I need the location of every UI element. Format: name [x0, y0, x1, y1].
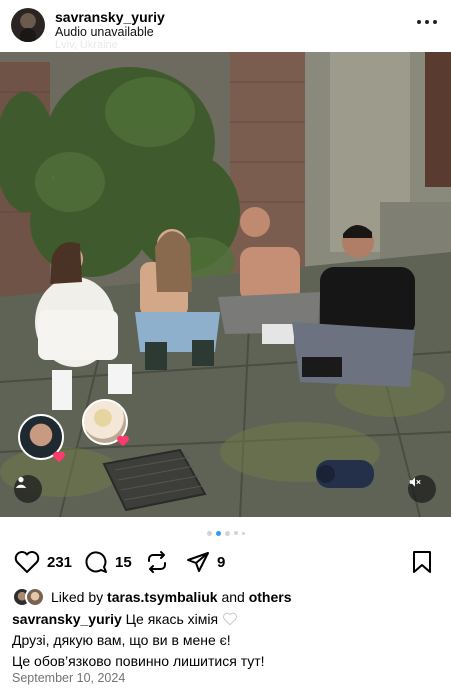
- action-bar: 231 15 9: [0, 547, 451, 577]
- repost-button[interactable]: [145, 547, 169, 577]
- liked-by-prefix: Liked by: [51, 589, 104, 605]
- liked-by-conj: and: [221, 589, 245, 605]
- liked-by-user[interactable]: taras.tsymbaliuk: [107, 589, 218, 605]
- heart-badge-icon: [117, 435, 129, 447]
- audio-status[interactable]: Audio unavailable: [55, 25, 154, 39]
- comment-button[interactable]: 15: [84, 547, 132, 577]
- carousel-dot-active[interactable]: [215, 530, 221, 536]
- caption-text-3: Це обов’язково повинно лишитися тут!: [12, 653, 265, 669]
- post-username[interactable]: savransky_yuriy: [55, 9, 165, 25]
- post-location[interactable]: Lviv, Ukraine: [55, 39, 118, 51]
- liked-by-others[interactable]: others: [249, 589, 292, 605]
- bookmark-icon[interactable]: [411, 550, 433, 574]
- carousel-dot[interactable]: [233, 531, 238, 535]
- caption-username[interactable]: savransky_yuriy: [12, 611, 122, 627]
- photo-illustration: [0, 52, 451, 517]
- carousel-dot[interactable]: [241, 531, 245, 535]
- liker-avatar[interactable]: [25, 587, 45, 607]
- carousel-dot[interactable]: [224, 530, 230, 536]
- share-button[interactable]: 9: [186, 547, 225, 577]
- repost-icon[interactable]: [145, 550, 169, 574]
- like-button[interactable]: 231: [14, 547, 72, 577]
- carousel-indicator: [0, 529, 451, 537]
- comment-count[interactable]: 15: [115, 554, 132, 571]
- share-count[interactable]: 9: [217, 554, 225, 571]
- speaker-muted-icon[interactable]: [408, 475, 436, 503]
- post-header: savransky_yuriy Audio unavailable Lviv, …: [0, 0, 451, 52]
- heart-badge-icon: [53, 451, 65, 463]
- post-date: September 10, 2024: [12, 671, 126, 685]
- user-tag-icon[interactable]: [14, 475, 42, 503]
- white-heart-icon: [223, 612, 237, 626]
- liked-by-row: Liked by taras.tsymbaliuk and others: [12, 586, 291, 608]
- post-photo[interactable]: [0, 52, 451, 517]
- carousel-dot[interactable]: [206, 530, 212, 536]
- liked-by-text: Liked by taras.tsymbaliuk and others: [51, 589, 291, 605]
- comment-icon[interactable]: [84, 550, 108, 574]
- like-count[interactable]: 231: [47, 554, 72, 571]
- avatar[interactable]: [11, 8, 45, 42]
- caption-text-1: Це якась хімія: [125, 611, 219, 627]
- post-caption: savransky_yuriy Це якась хімія Друзі, дя…: [12, 609, 440, 672]
- more-horizontal-icon[interactable]: [417, 14, 437, 30]
- send-icon[interactable]: [186, 550, 210, 574]
- heart-icon[interactable]: [14, 550, 40, 574]
- caption-text-2: Друзі, дякую вам, що ви в мене є!: [12, 632, 231, 648]
- caption-line-1: savransky_yuriy Це якась хімія: [12, 609, 440, 630]
